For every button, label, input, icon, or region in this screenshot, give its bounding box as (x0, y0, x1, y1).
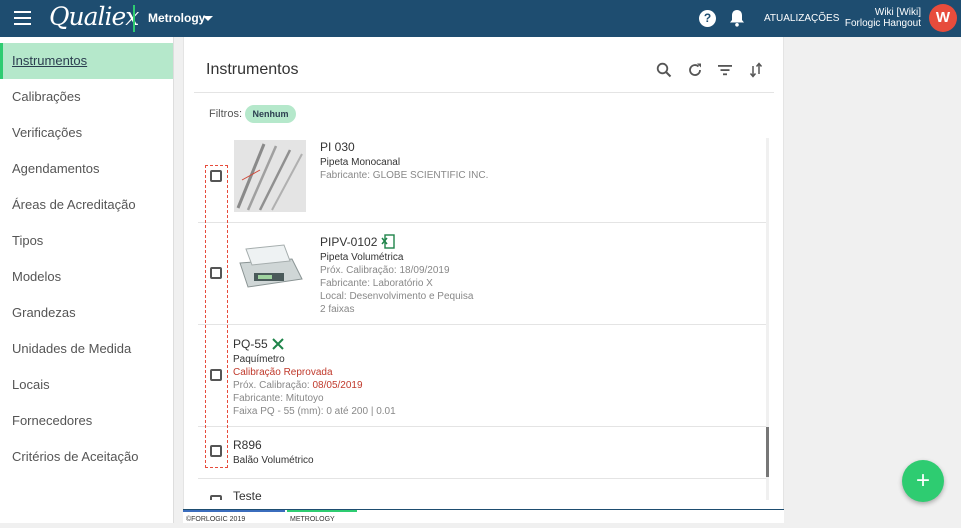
next-calibration: Próx. Calibração: 08/05/2019 (233, 380, 363, 391)
user-org: Forlogic Hangout (844, 18, 921, 29)
chevron-down-icon[interactable] (203, 16, 213, 21)
sidebar-item-tipos[interactable]: Tipos (0, 223, 173, 259)
module-selector[interactable]: Metrology (148, 11, 205, 25)
sort-icon[interactable] (748, 62, 764, 78)
instrument-thumbnail (234, 140, 306, 212)
instrument-manufacturer: Fabricante: GLOBE SCIENTIFIC INC. (320, 170, 489, 181)
row-checkbox[interactable] (210, 495, 222, 500)
top-bar: Qualiex Metrology ? ATUALIZAÇÕES Wiki [W… (0, 0, 961, 37)
instrument-manufacturer: Fabricante: Mitutoyo (233, 393, 324, 404)
filters-label: Filtros: (209, 108, 242, 120)
list-item[interactable]: PQ-55 Paquímetro Calibração Reprovada Pr… (198, 325, 767, 427)
list-item[interactable]: R896 Balão Volumétrico (198, 427, 767, 479)
divider (194, 92, 774, 93)
instrument-manufacturer: Fabricante: Laboratório X (320, 278, 433, 289)
instrument-thumbnail (234, 233, 306, 305)
instrument-code: PI 030 (320, 140, 355, 154)
list-item[interactable]: PIPV-0102 Pipeta Volumétrica Próx. Calib… (198, 223, 767, 325)
sidebar-item-modelos[interactable]: Modelos (0, 259, 173, 295)
instrument-list: PI 030 Pipeta Monocanal Fabricante: GLOB… (198, 138, 770, 500)
scrollbar-thumb[interactable] (766, 427, 769, 477)
sidebar-item-criterios-aceitacao[interactable]: Critérios de Aceitação (0, 439, 173, 475)
selection-outline (205, 165, 228, 468)
sidebar-item-instrumentos[interactable]: Instrumentos (0, 43, 173, 79)
sidebar-item-grandezas[interactable]: Grandezas (0, 295, 173, 331)
list-item[interactable]: Teste (198, 479, 767, 500)
instrument-type: Pipeta Volumétrica (320, 252, 404, 263)
instrument-code: R896 (233, 438, 262, 452)
instrument-type: Paquímetro (233, 354, 285, 365)
instrument-type: Pipeta Monocanal (320, 157, 401, 168)
search-icon[interactable] (656, 62, 672, 78)
instrument-code: PIPV-0102 (320, 235, 378, 249)
instrument-code: Teste (233, 489, 262, 500)
instrument-type: Balão Volumétrico (233, 455, 314, 466)
sidebar-item-fornecedores[interactable]: Fornecedores (0, 403, 173, 439)
failed-x-icon[interactable] (272, 338, 284, 350)
main-panel: Instrumentos Filtros: Nenhum PI 030 Pipe… (183, 37, 784, 523)
footer-module: METROLOGY (287, 510, 357, 524)
sidebar-item-agendamentos[interactable]: Agendamentos (0, 151, 173, 187)
footer: ©FORLOGIC 2019 METROLOGY (183, 509, 784, 523)
app-logo[interactable]: Qualiex (49, 2, 139, 31)
avatar[interactable]: W (929, 4, 957, 32)
bell-icon[interactable] (729, 9, 745, 27)
sidebar-item-unidades-medida[interactable]: Unidades de Medida (0, 331, 173, 367)
calibration-status: Calibração Reprovada (233, 367, 333, 378)
instrument-range: Faixa PQ - 55 (mm): 0 até 200 | 0.01 (233, 406, 396, 417)
excel-icon[interactable] (381, 234, 395, 249)
instrument-ranges: 2 faixas (320, 304, 355, 315)
sidebar-item-locais[interactable]: Locais (0, 367, 173, 403)
user-info[interactable]: Wiki [Wiki] Forlogic Hangout (845, 7, 921, 29)
logo-separator (133, 5, 135, 32)
filter-chip[interactable]: Nenhum (245, 105, 296, 123)
next-calibration-label: Próx. Calibração: (233, 380, 313, 391)
add-button[interactable]: + (902, 460, 944, 502)
footer-copyright: ©FORLOGIC 2019 (183, 510, 285, 524)
menu-icon[interactable] (14, 11, 31, 25)
sidebar-item-calibracoes[interactable]: Calibrações (0, 79, 173, 115)
list-item[interactable]: PI 030 Pipeta Monocanal Fabricante: GLOB… (198, 138, 767, 223)
refresh-icon[interactable] (687, 62, 703, 78)
instrument-location: Local: Desenvolvimento e Pequisa (320, 291, 474, 302)
sidebar: Instrumentos Calibrações Verificações Ag… (0, 37, 174, 523)
next-calibration-date: 08/05/2019 (312, 380, 363, 391)
page-title: Instrumentos (206, 61, 299, 78)
filter-icon[interactable] (717, 62, 733, 78)
next-calibration: Próx. Calibração: 18/09/2019 (320, 265, 450, 276)
user-name: Wiki [Wiki] (874, 7, 921, 18)
sidebar-item-verificacoes[interactable]: Verificações (0, 115, 173, 151)
instrument-code: PQ-55 (233, 337, 268, 351)
sidebar-item-areas-acreditacao[interactable]: Áreas de Acreditação (0, 187, 173, 223)
updates-link[interactable]: ATUALIZAÇÕES (764, 13, 839, 24)
help-icon[interactable]: ? (699, 10, 716, 27)
